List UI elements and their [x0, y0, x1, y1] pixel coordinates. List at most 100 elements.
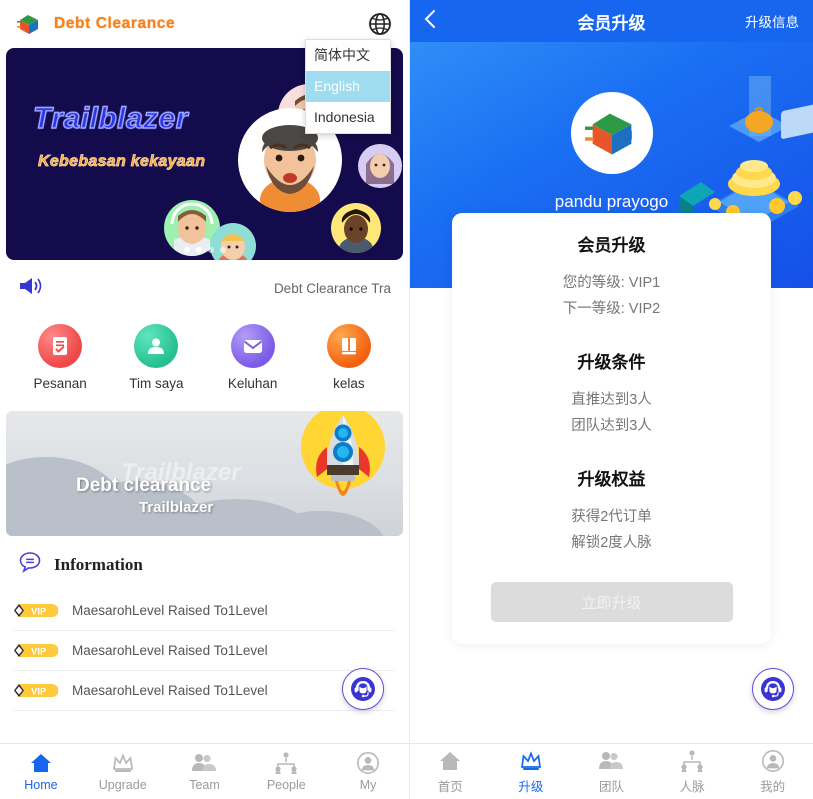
tab-people[interactable]: 人脉 [652, 744, 733, 799]
information-title: Information [54, 554, 143, 574]
language-option-en[interactable]: English [306, 70, 390, 102]
tab-label: Home [24, 778, 58, 792]
customer-service-button[interactable] [752, 668, 794, 710]
quick-menu-label: Keluhan [227, 376, 278, 391]
upgrade-info-link[interactable]: 升级信息 [745, 11, 799, 31]
cube-logo-icon [584, 113, 632, 155]
hero-title: Trailblazer [32, 101, 189, 135]
crown-icon [520, 750, 541, 770]
hero-subtitle: Kebebasan kekayaan [38, 153, 206, 171]
avatar-illustration [331, 203, 381, 253]
headset-support-icon [351, 677, 375, 701]
svg-text:VIP: VIP [31, 687, 47, 698]
tab-label: People [266, 778, 306, 792]
quick-menu: Pesanan Tim saya Keluhan kelas [0, 310, 409, 407]
tab-home[interactable]: Home [0, 744, 82, 799]
promo-line-2: Trailblazer [139, 499, 214, 516]
tab-label: 我的 [760, 779, 786, 794]
upgrade-now-button[interactable]: 立即升级 [490, 582, 733, 622]
condition-item: 团队达到3人 [571, 418, 652, 434]
home-icon [30, 754, 51, 772]
language-dropdown[interactable]: 简体中文 English Indonesia [305, 39, 391, 134]
svg-text:VIP: VIP [31, 647, 47, 658]
tab-label: 人脉 [679, 779, 705, 794]
card-title: 会员升级 [577, 236, 646, 255]
bottom-tabbar: Home Upgrade Team People My [0, 743, 409, 799]
information-header: Information [0, 536, 409, 591]
tab-home[interactable]: 首页 [410, 744, 491, 799]
language-option-zh[interactable]: 简体中文 [306, 40, 390, 71]
list-item[interactable]: VIP MaesarohLevel Raised To1Level [14, 631, 395, 671]
tab-label: My [359, 778, 377, 792]
headset-support-icon [761, 677, 785, 701]
cube-logo-icon [16, 11, 42, 37]
list-item[interactable]: VIP MaesarohLevel Raised To1Level [14, 671, 395, 711]
promo-banner[interactable]: Trailblazer Debt clearance Trailblazer [6, 411, 403, 536]
notice-bar[interactable]: Debt Clearance Tra [0, 266, 409, 310]
home-panel: Debt Clearance 简体中文 English Indonesia Tr… [0, 0, 410, 799]
vip-badge: VIP [14, 682, 59, 699]
globe-icon[interactable] [365, 9, 395, 39]
tab-team[interactable]: Team [164, 744, 246, 799]
crown-icon [112, 753, 133, 772]
carousel-dot[interactable] [219, 247, 226, 253]
carousel-dots[interactable] [6, 247, 403, 253]
carousel-dot[interactable] [195, 247, 202, 253]
user-name: pandu prayogo [554, 192, 669, 211]
tab-team[interactable]: 团队 [571, 744, 652, 799]
speech-bubble-icon [18, 550, 42, 579]
vip-badge: VIP [14, 602, 59, 619]
tab-my[interactable]: 我的 [732, 744, 813, 799]
upgrade-card: 会员升级 您的等级: VIP1 下一等级: VIP2 升级条件 直推达到3人 团… [452, 213, 771, 644]
network-icon [275, 752, 297, 774]
brand-title: Debt Clearance [54, 15, 176, 32]
notice-text: Debt Clearance Tra [273, 280, 391, 296]
tab-label: 升级 [518, 779, 544, 794]
benefits-title: 升级权益 [577, 470, 646, 489]
information-text: MaesarohLevel Raised To1Level [72, 643, 268, 658]
bottom-tabbar: 首页 升级 团队 人脉 我的 [410, 743, 813, 799]
quick-menu-item-keluhan[interactable]: Keluhan [205, 324, 301, 391]
tab-my[interactable]: My [327, 744, 409, 799]
home-icon [440, 751, 461, 770]
envelope-icon [230, 324, 275, 368]
team-person-icon [134, 324, 179, 368]
quick-menu-item-tim-saya[interactable]: Tim saya [108, 324, 204, 391]
speaker-icon [18, 275, 44, 302]
list-item[interactable]: VIP MaesarohLevel Raised To1Level [14, 591, 395, 631]
tab-upgrade[interactable]: Upgrade [82, 744, 164, 799]
quick-menu-item-pesanan[interactable]: Pesanan [12, 324, 108, 391]
person-circle-icon [761, 749, 784, 772]
person-circle-icon [357, 752, 380, 774]
carousel-dot[interactable] [183, 247, 190, 253]
order-icon [38, 324, 83, 368]
group-icon [599, 751, 624, 769]
avatar-illustration [210, 223, 256, 260]
carousel-dot[interactable] [207, 247, 214, 253]
avatar-illustration [358, 144, 402, 188]
quick-menu-item-kelas[interactable]: kelas [301, 324, 397, 391]
benefit-item: 获得2代订单 [571, 509, 652, 525]
customer-service-button[interactable] [342, 668, 384, 710]
tab-people[interactable]: People [245, 744, 327, 799]
quick-menu-label: kelas [333, 376, 365, 391]
book-icon [326, 324, 371, 368]
quick-menu-label: Pesanan [33, 376, 87, 391]
svg-text:VIP: VIP [31, 607, 47, 618]
tab-label: 首页 [437, 779, 463, 794]
information-text: MaesarohLevel Raised To1Level [72, 683, 268, 698]
promo-line-1: Debt clearance [76, 475, 212, 496]
chevron-left-icon[interactable] [424, 9, 450, 33]
quick-menu-label: Tim saya [129, 376, 184, 391]
language-option-id[interactable]: Indonesia [306, 102, 390, 133]
avatar [570, 92, 653, 174]
tab-label: Upgrade [98, 778, 147, 792]
current-level-row: 您的等级: VIP1 [562, 275, 661, 291]
tab-upgrade[interactable]: 升级 [491, 744, 572, 799]
condition-item: 直推达到3人 [571, 392, 652, 408]
upgrade-panel: 会员升级 升级信息 pandu prayogo 会员升级 您的等级: VIP1 … [410, 0, 813, 799]
group-icon [192, 754, 217, 771]
benefit-item: 解锁2度人脉 [571, 535, 652, 551]
vip-badge: VIP [14, 642, 59, 659]
network-icon [681, 749, 703, 772]
